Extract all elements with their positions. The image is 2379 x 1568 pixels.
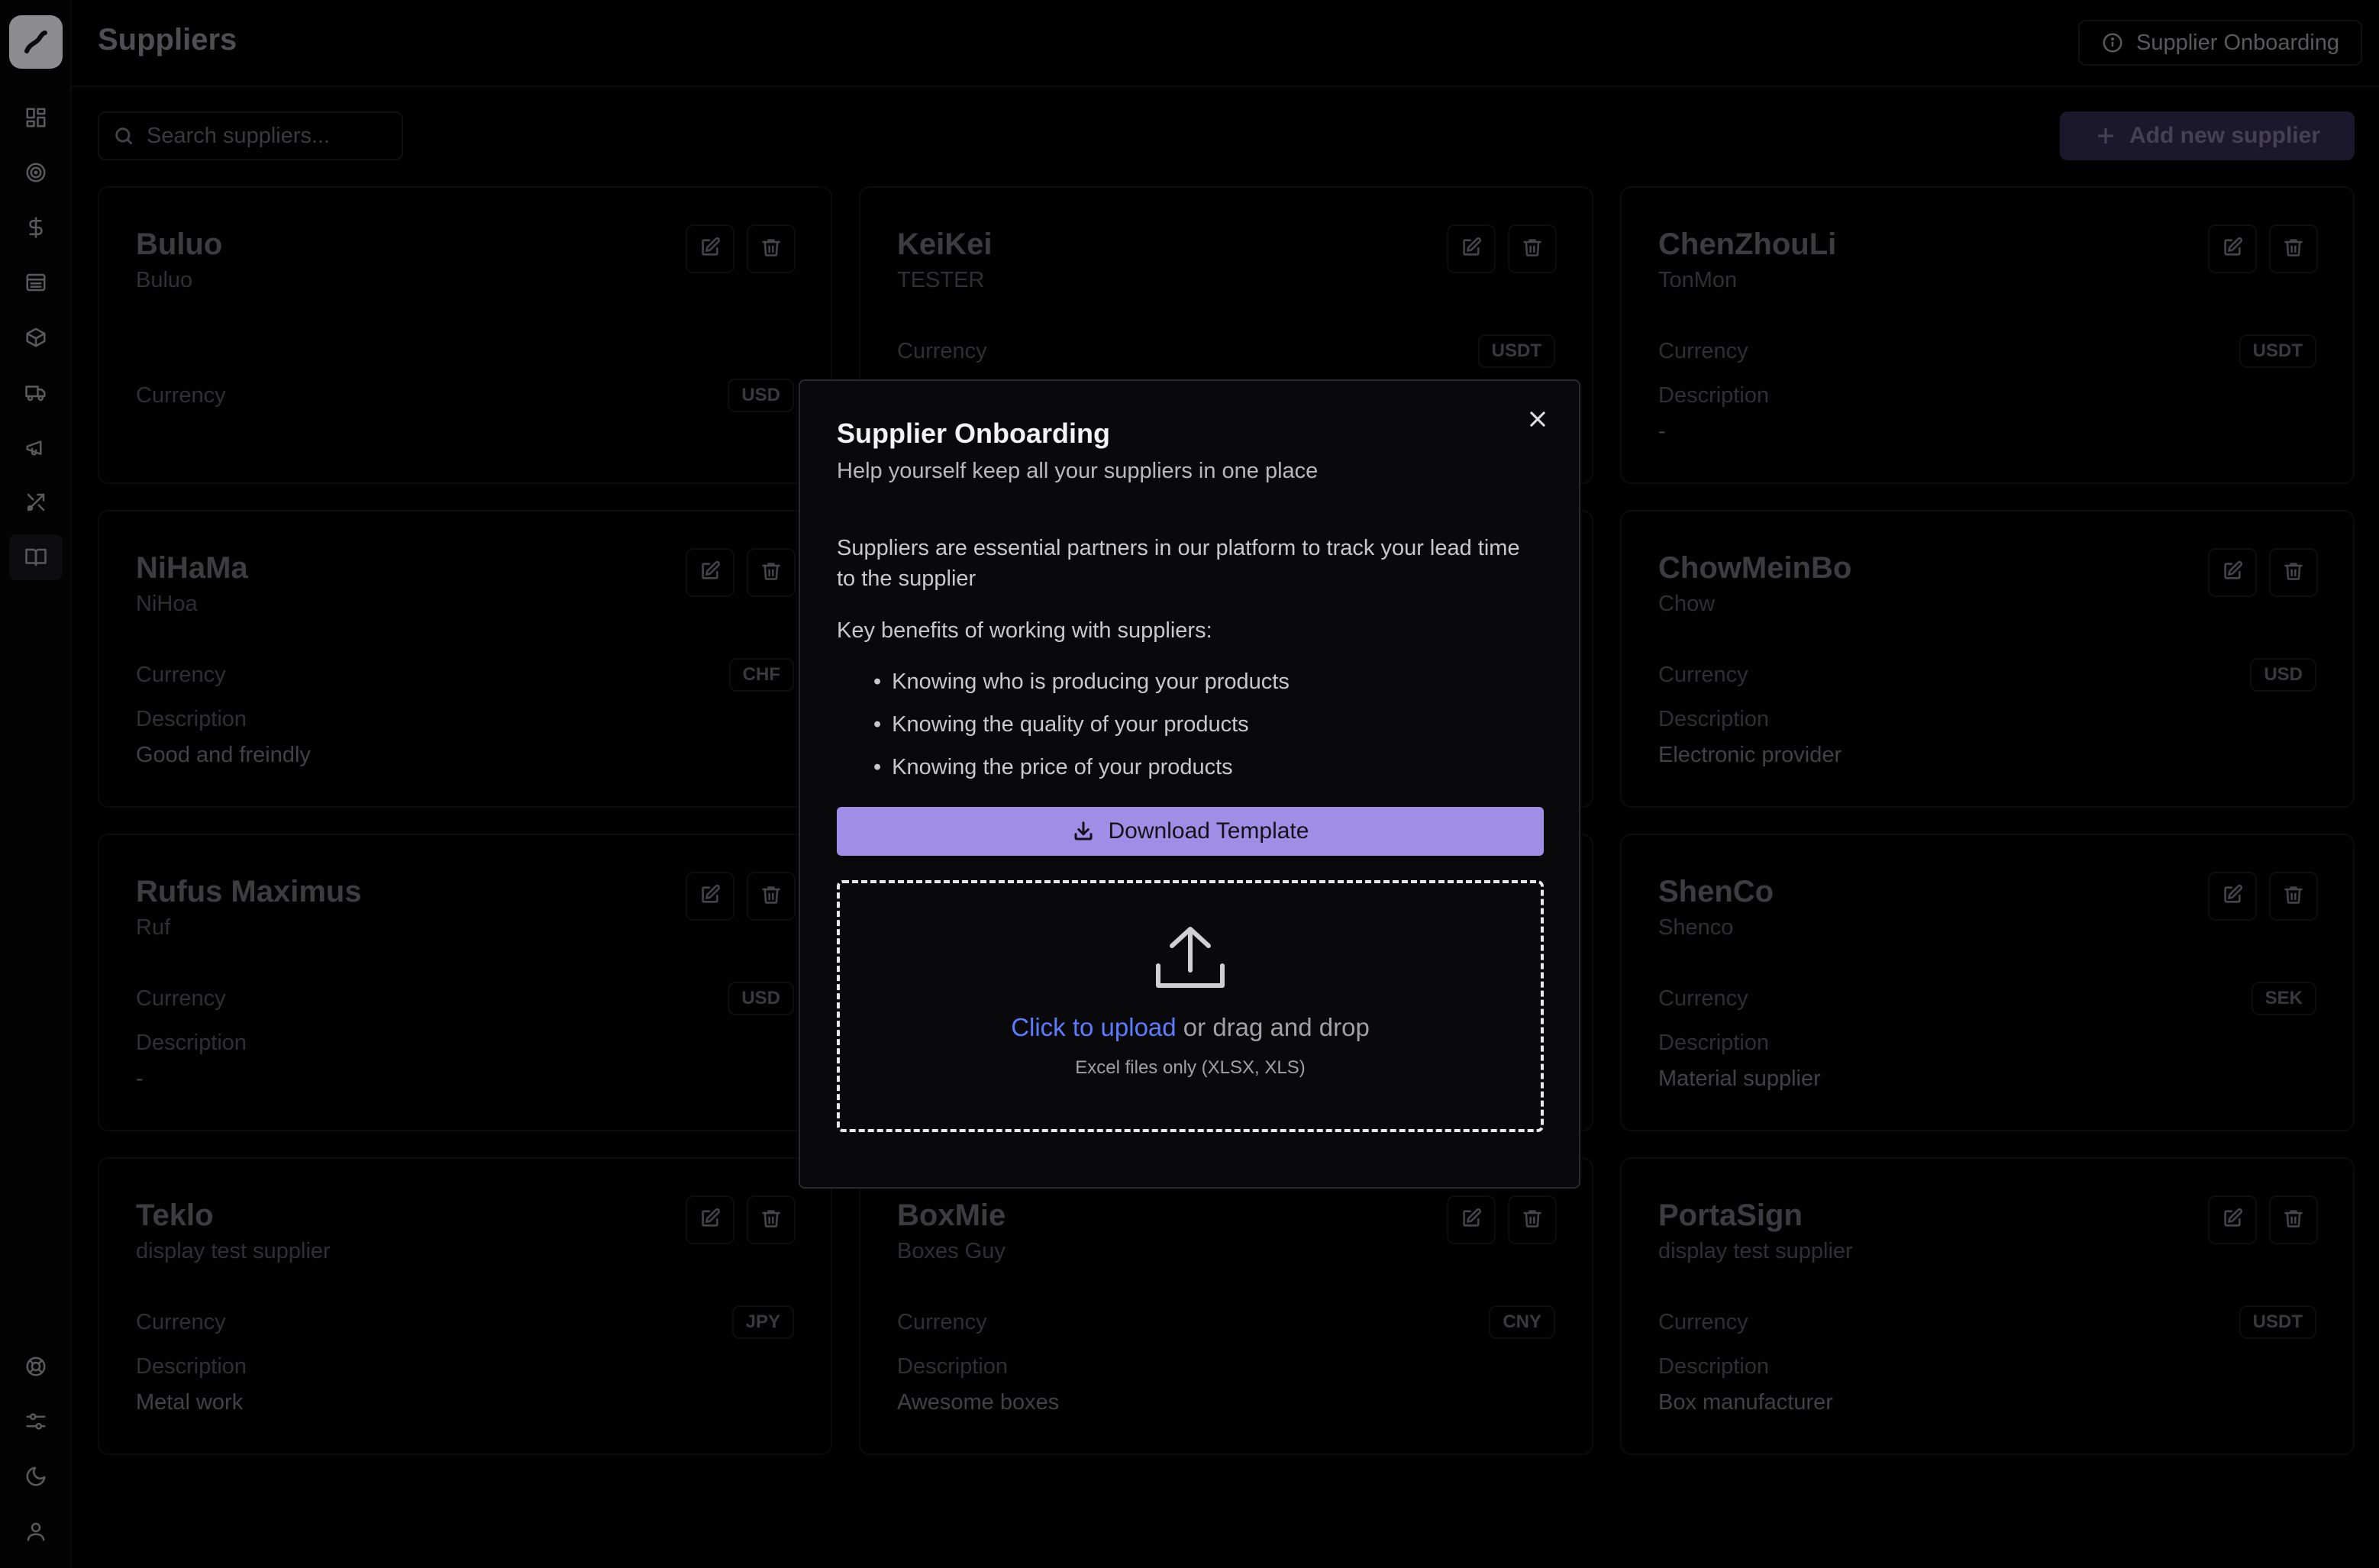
click-to-upload-link[interactable]: Click to upload <box>1011 1013 1176 1041</box>
benefit-item: Knowing who is producing your products <box>873 666 1542 697</box>
benefits-title: Key benefits of working with suppliers: <box>837 618 1212 643</box>
download-template-label: Download Template <box>1108 818 1309 844</box>
upload-instructions: Click to upload or drag and drop <box>1011 1013 1370 1042</box>
upload-hint: Excel files only (XLSX, XLS) <box>1075 1057 1306 1078</box>
modal-title: Supplier Onboarding <box>837 418 1110 449</box>
drag-drop-text: or drag and drop <box>1176 1013 1370 1041</box>
benefit-item: Knowing the quality of your products <box>873 709 1542 740</box>
benefit-list: Knowing who is producing your products K… <box>837 666 1542 782</box>
close-icon <box>1530 411 1545 427</box>
modal-subtitle: Help yourself keep all your suppliers in… <box>837 459 1319 483</box>
file-dropzone[interactable]: Click to upload or drag and drop Excel f… <box>837 880 1544 1132</box>
benefit-item: Knowing the price of your products <box>873 752 1542 782</box>
modal-intro: Suppliers are essential partners in our … <box>837 536 1520 591</box>
supplier-onboarding-modal: Supplier Onboarding Help yourself keep a… <box>799 379 1580 1189</box>
download-template-button[interactable]: Download Template <box>837 807 1544 856</box>
upload-icon <box>1156 927 1225 988</box>
download-icon <box>1074 821 1093 840</box>
close-button[interactable] <box>1522 404 1553 434</box>
